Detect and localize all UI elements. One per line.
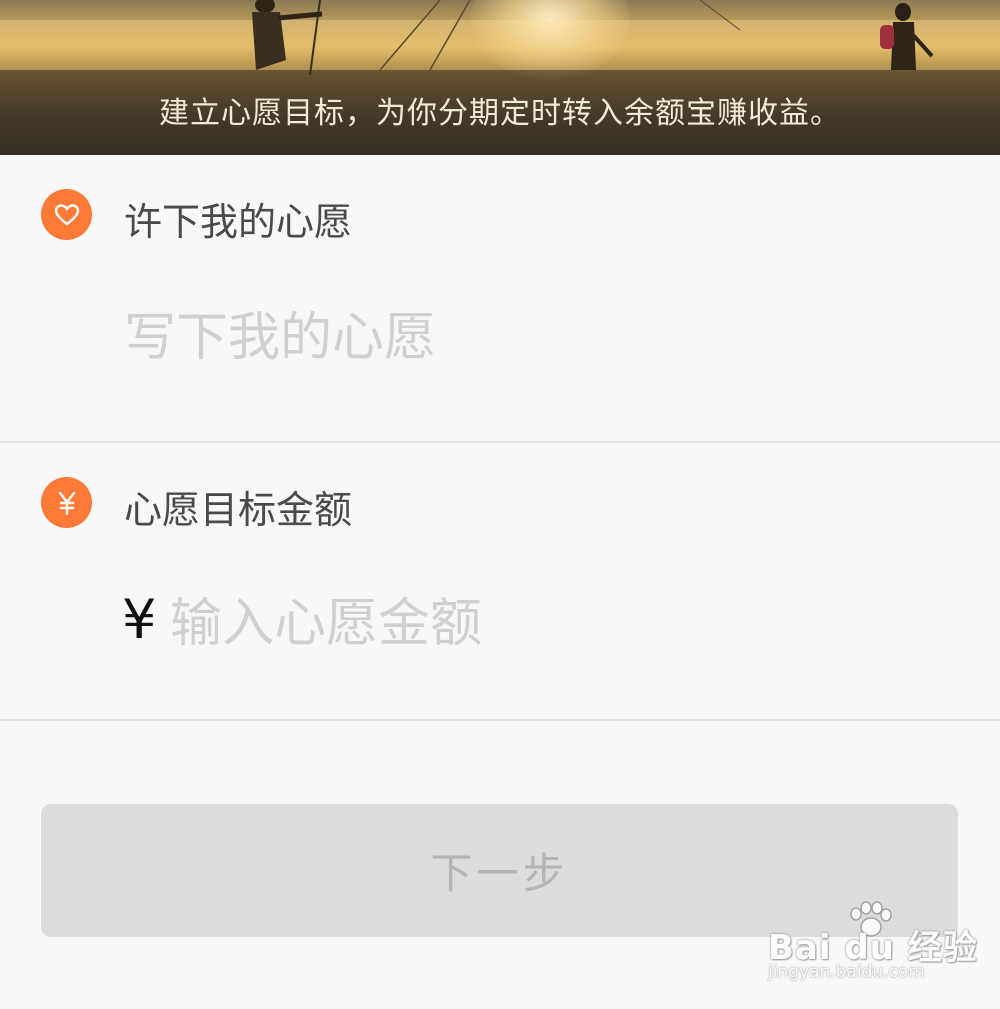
yen-icon	[41, 477, 92, 528]
banner-image: 建立心愿目标，为你分期定时转入余额宝赚收益。	[0, 0, 1000, 155]
wish-section-title: 许下我的心愿	[124, 200, 353, 244]
section-divider-bottom	[0, 719, 1000, 721]
baidu-jingyan-watermark: Bai du 经验 jingyan.baidu.com	[768, 900, 977, 990]
wish-input[interactable]	[124, 303, 944, 373]
currency-symbol: ¥	[122, 588, 157, 651]
wish-section: 许下我的心愿	[0, 155, 1000, 442]
banner-caption: 建立心愿目标，为你分期定时转入余额宝赚收益。	[159, 96, 841, 131]
amount-input[interactable]	[170, 589, 950, 659]
amount-section-title: 心愿目标金额	[124, 488, 353, 532]
amount-section: 心愿目标金额 ¥	[0, 443, 1000, 719]
watermark-url: jingyan.baidu.com	[768, 962, 925, 982]
heart-icon	[41, 189, 92, 240]
